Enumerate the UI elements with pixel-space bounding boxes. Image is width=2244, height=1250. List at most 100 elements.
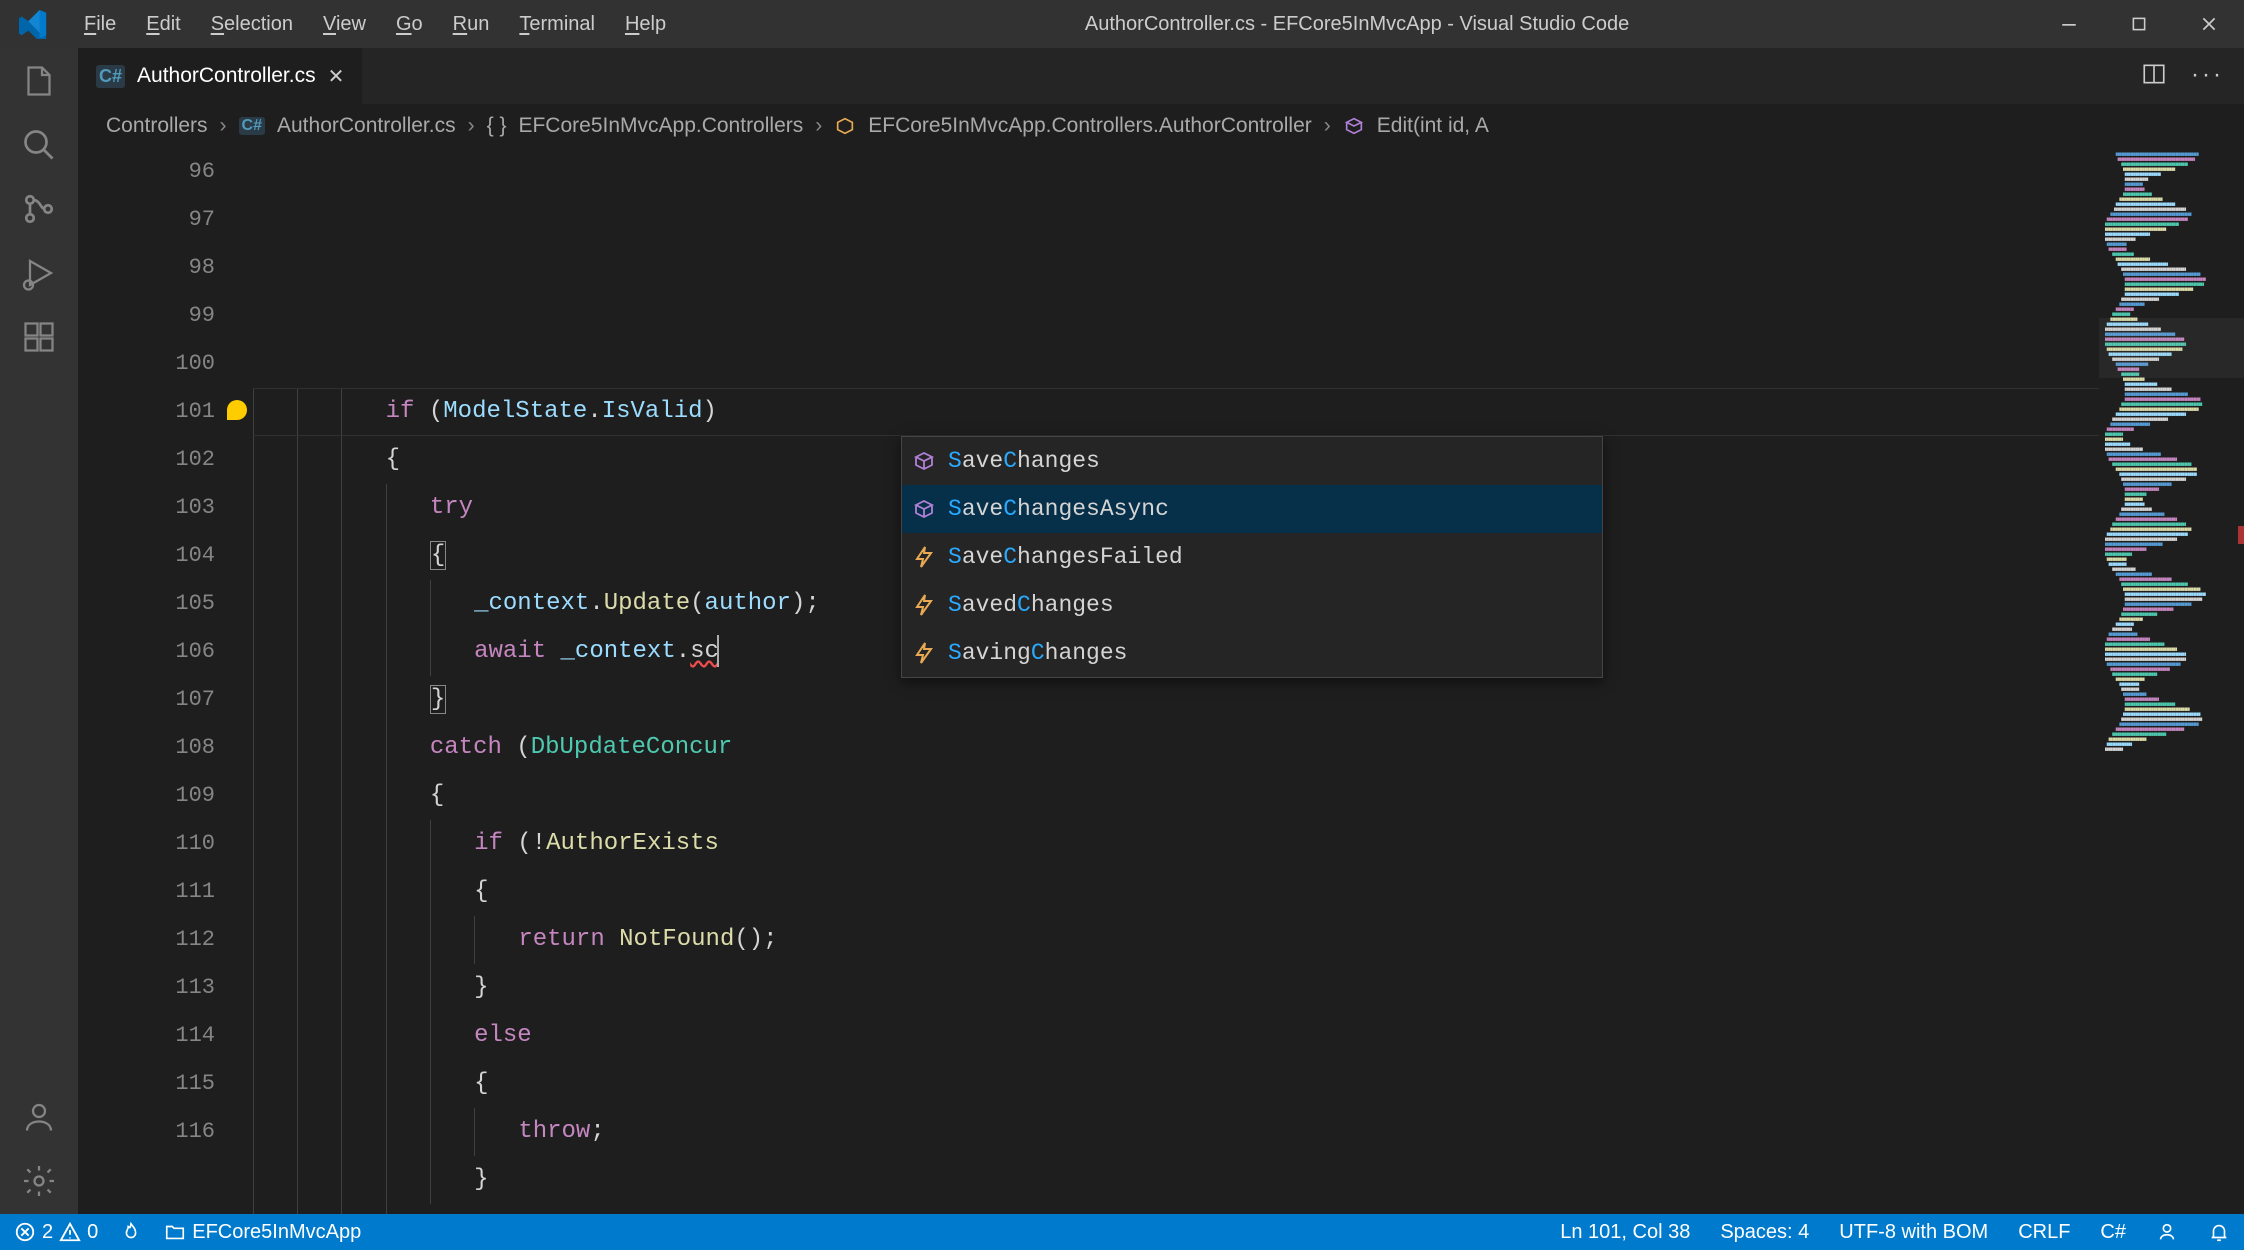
source-control-icon[interactable] xyxy=(18,188,60,230)
intellisense-label: SaveChangesAsync xyxy=(948,485,1169,533)
code-line[interactable]: if (!AuthorExists xyxy=(253,820,2099,868)
code-line[interactable]: } xyxy=(253,1204,2099,1214)
status-indentation[interactable]: Spaces: 4 xyxy=(1720,1221,1809,1244)
code-line[interactable]: } xyxy=(253,676,2099,724)
intellisense-item-savechanges[interactable]: SaveChanges xyxy=(902,437,1602,485)
code-line[interactable]: return NotFound(); xyxy=(253,916,2099,964)
status-cursor-position[interactable]: Ln 101, Col 38 xyxy=(1560,1221,1690,1244)
menu-file[interactable]: File xyxy=(70,11,130,38)
extensions-icon[interactable] xyxy=(18,316,60,358)
status-eol[interactable]: CRLF xyxy=(2018,1221,2070,1244)
method-icon xyxy=(1343,115,1365,137)
lightbulb-icon[interactable] xyxy=(227,400,247,420)
line-number: 116 xyxy=(78,1108,215,1156)
status-notifications-icon[interactable] xyxy=(2208,1221,2230,1243)
main-menu: FileEditSelectionViewGoRunTerminalHelp xyxy=(70,11,680,38)
code-content[interactable]: SaveChangesSaveChangesAsyncSaveChangesFa… xyxy=(253,148,2099,1214)
code-line[interactable]: { xyxy=(253,1060,2099,1108)
line-number: 99 xyxy=(78,292,215,340)
more-actions-icon[interactable]: ··· xyxy=(2191,61,2224,92)
line-number: 107 xyxy=(78,676,215,724)
intellisense-label: SavedChanges xyxy=(948,581,1114,629)
editor[interactable]: 9697989910010110210310410510610710810911… xyxy=(78,148,2244,1214)
line-number: 114 xyxy=(78,1012,215,1060)
minimap-slider[interactable] xyxy=(2099,318,2244,378)
menu-terminal[interactable]: Terminal xyxy=(505,11,609,38)
line-number: 98 xyxy=(78,244,215,292)
csharp-file-icon: C# xyxy=(239,117,265,135)
minimap-error-marker xyxy=(2238,526,2244,544)
breadcrumb-class[interactable]: EFCore5InMvcApp.Controllers.AuthorContro… xyxy=(868,114,1312,138)
menu-edit[interactable]: Edit xyxy=(132,11,194,38)
vscode-logo-icon xyxy=(18,9,48,39)
line-number: 97 xyxy=(78,196,215,244)
code-line[interactable]: { xyxy=(253,868,2099,916)
explorer-icon[interactable] xyxy=(18,60,60,102)
status-project[interactable]: EFCore5InMvcApp xyxy=(164,1221,361,1244)
menu-run[interactable]: Run xyxy=(439,11,504,38)
line-number-gutter: 9697989910010110210310410510610710810911… xyxy=(78,148,253,1214)
intellisense-label: SaveChanges xyxy=(948,437,1100,485)
run-debug-icon[interactable] xyxy=(18,252,60,294)
code-line[interactable]: { xyxy=(253,772,2099,820)
line-number: 105 xyxy=(78,580,215,628)
class-icon xyxy=(834,115,856,137)
text-cursor xyxy=(717,635,719,667)
line-number: 109 xyxy=(78,772,215,820)
activity-bar xyxy=(0,48,78,1214)
menu-selection[interactable]: Selection xyxy=(197,11,307,38)
menu-go[interactable]: Go xyxy=(382,11,437,38)
status-flame-icon[interactable] xyxy=(120,1221,142,1243)
breadcrumb-folder[interactable]: Controllers xyxy=(106,114,208,138)
code-line[interactable]: } xyxy=(253,964,2099,1012)
line-number: 106 xyxy=(78,628,215,676)
line-number: 100 xyxy=(78,340,215,388)
split-editor-icon[interactable] xyxy=(2141,61,2167,92)
line-number: 108 xyxy=(78,724,215,772)
status-bar: 2 0 EFCore5InMvcApp Ln 101, Col 38 Space… xyxy=(0,1214,2244,1250)
close-button[interactable] xyxy=(2174,0,2244,48)
breadcrumbs[interactable]: Controllers › C# AuthorController.cs › {… xyxy=(78,104,2244,148)
intellisense-label: SaveChangesFailed xyxy=(948,533,1183,581)
code-line[interactable]: throw; xyxy=(253,1108,2099,1156)
line-number: 112 xyxy=(78,916,215,964)
status-language[interactable]: C# xyxy=(2100,1221,2126,1244)
accounts-icon[interactable] xyxy=(18,1096,60,1138)
window-title: AuthorController.cs - EFCore5InMvcApp - … xyxy=(680,13,2034,36)
breadcrumb-method[interactable]: Edit(int id, A xyxy=(1377,114,1489,138)
menu-help[interactable]: Help xyxy=(611,11,680,38)
maximize-button[interactable] xyxy=(2104,0,2174,48)
intellisense-popup[interactable]: SaveChangesSaveChangesAsyncSaveChangesFa… xyxy=(901,436,1603,678)
line-number: 96 xyxy=(78,148,215,196)
menu-view[interactable]: View xyxy=(309,11,380,38)
line-number: 103 xyxy=(78,484,215,532)
intellisense-item-savechangesasync[interactable]: SaveChangesAsync xyxy=(902,485,1602,533)
code-line[interactable]: catch (DbUpdateConcur xyxy=(253,724,2099,772)
status-encoding[interactable]: UTF-8 with BOM xyxy=(1839,1221,1988,1244)
status-feedback-icon[interactable] xyxy=(2156,1221,2178,1243)
breadcrumb-file[interactable]: AuthorController.cs xyxy=(277,114,456,138)
breadcrumb-namespace[interactable]: EFCore5InMvcApp.Controllers xyxy=(518,114,803,138)
line-number: 113 xyxy=(78,964,215,1012)
tab-bar: C# AuthorController.cs ✕ ··· xyxy=(78,48,2244,104)
namespace-icon: { } xyxy=(487,114,507,138)
status-problems[interactable]: 2 0 xyxy=(14,1221,98,1244)
search-icon[interactable] xyxy=(18,124,60,166)
settings-gear-icon[interactable] xyxy=(18,1160,60,1202)
line-number: 102 xyxy=(78,436,215,484)
code-line[interactable]: else xyxy=(253,1012,2099,1060)
line-number: 104 xyxy=(78,532,215,580)
intellisense-item-savechangesfailed[interactable]: SaveChangesFailed xyxy=(902,533,1602,581)
intellisense-item-savedchanges[interactable]: SavedChanges xyxy=(902,581,1602,629)
code-line[interactable]: } xyxy=(253,1156,2099,1204)
close-tab-icon[interactable]: ✕ xyxy=(328,64,345,89)
code-line[interactable]: if (ModelState.IsValid) xyxy=(253,388,2099,436)
titlebar: FileEditSelectionViewGoRunTerminalHelp A… xyxy=(0,0,2244,48)
csharp-file-icon: C# xyxy=(96,65,125,88)
minimize-button[interactable] xyxy=(2034,0,2104,48)
line-number: 110 xyxy=(78,820,215,868)
tab-authorcontroller[interactable]: C# AuthorController.cs ✕ xyxy=(78,48,363,104)
line-number: 101 xyxy=(78,388,215,436)
intellisense-item-savingchanges[interactable]: SavingChanges xyxy=(902,629,1602,677)
minimap[interactable]: ████████████████████████████████████████… xyxy=(2099,148,2244,1214)
